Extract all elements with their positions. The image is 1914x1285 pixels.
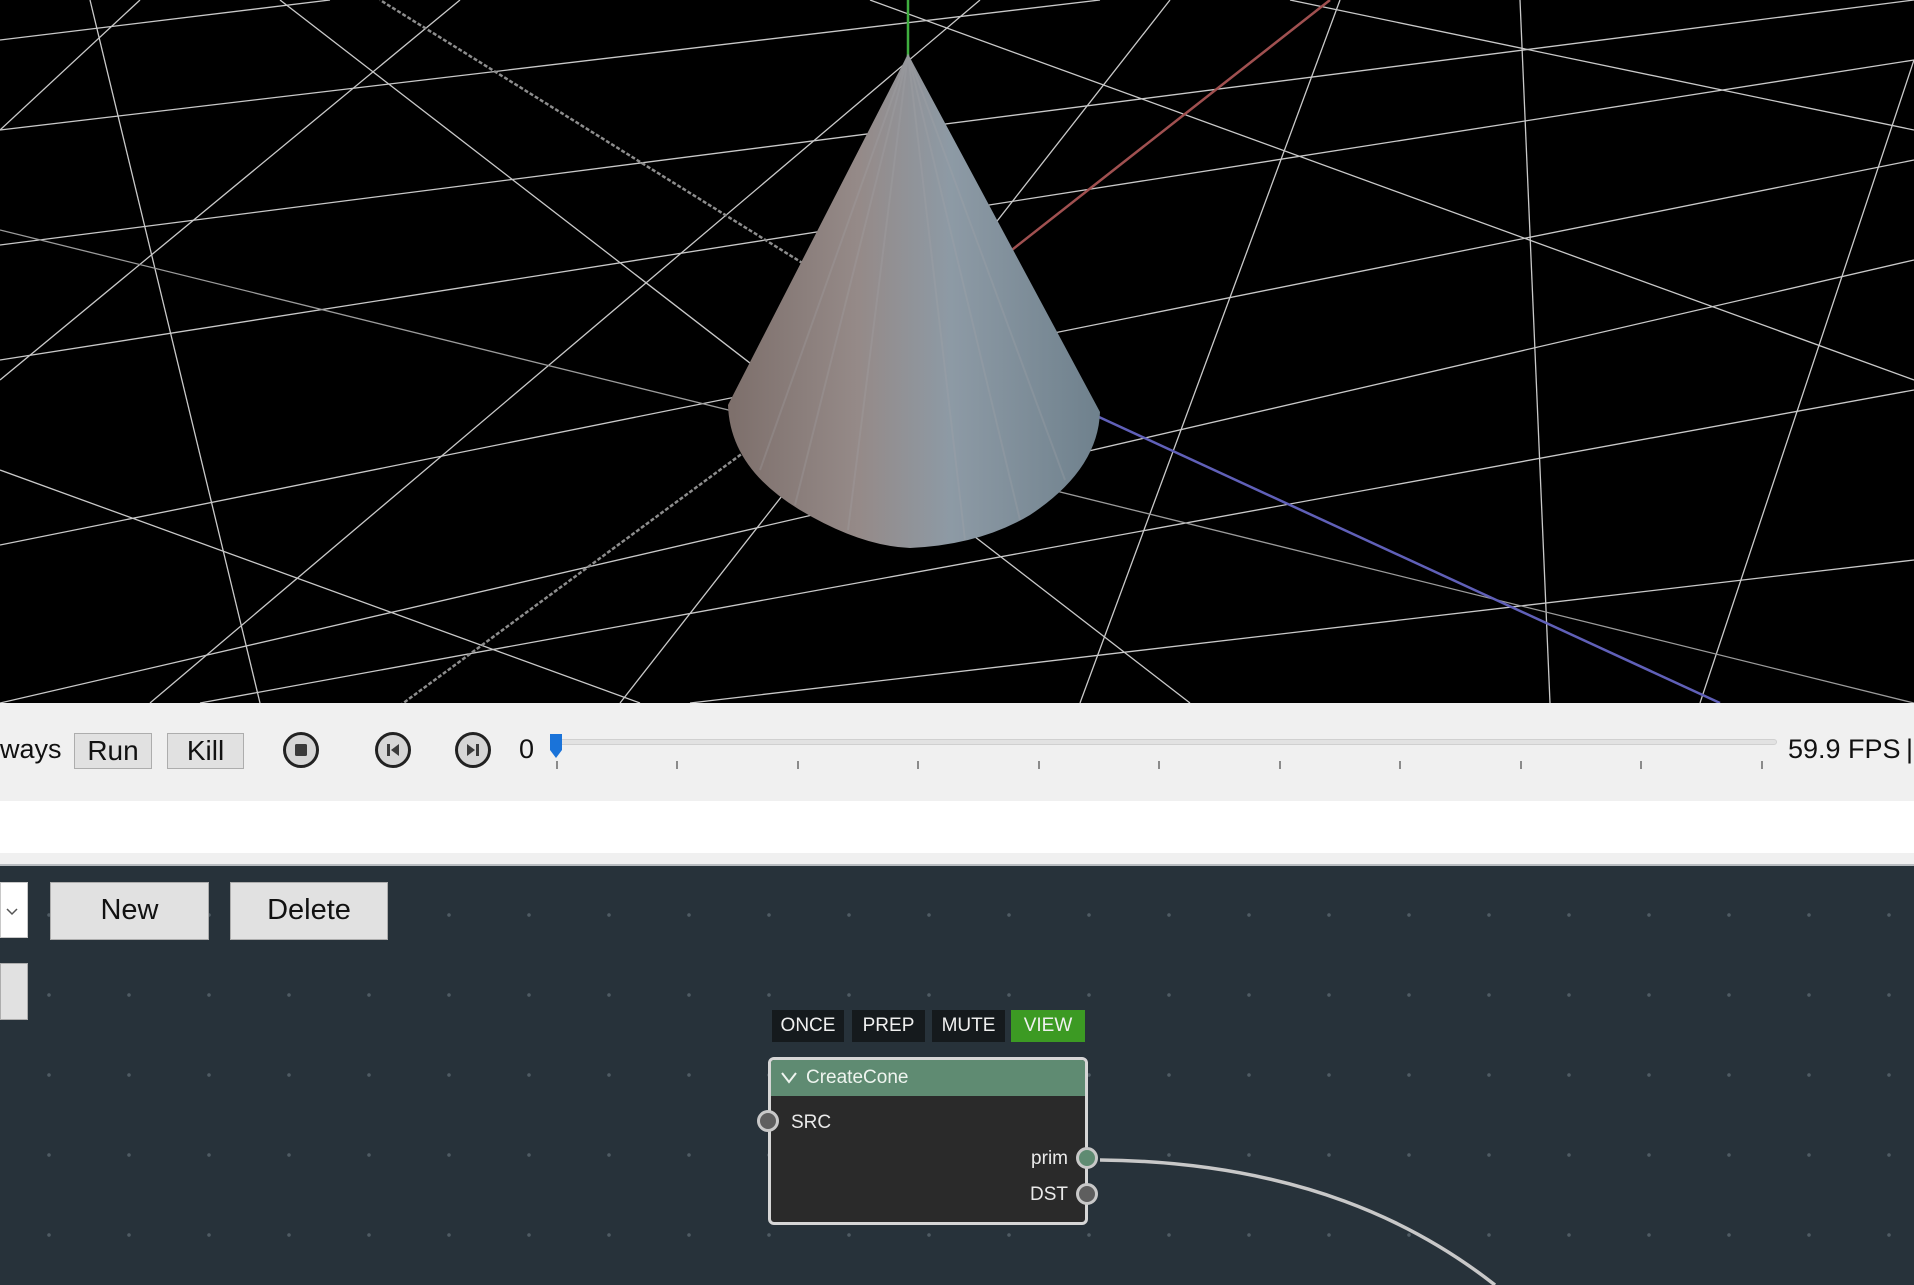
stop-icon	[295, 744, 307, 756]
node-header[interactable]: CreateCone	[771, 1060, 1085, 1096]
input-pin-src[interactable]	[757, 1110, 779, 1132]
3d-viewport[interactable]	[0, 0, 1914, 703]
output-pin-prim[interactable]	[1076, 1147, 1098, 1169]
current-frame: 0	[519, 734, 535, 764]
stop-button[interactable]	[283, 732, 319, 768]
timeline-toolbar: ways Run Kill 0 59.9 FPS |	[0, 703, 1914, 801]
timeline-ticks	[556, 761, 1763, 769]
pin-label-prim: prim	[1031, 1148, 1068, 1169]
step-back-icon	[387, 744, 399, 756]
fps-separator: |	[1906, 734, 1914, 764]
step-forward-button[interactable]	[455, 732, 491, 768]
step-forward-icon	[467, 744, 479, 756]
cone-mesh	[728, 53, 1100, 548]
output-pin-dst[interactable]	[1076, 1183, 1098, 1205]
timeline-slider[interactable]	[555, 739, 1777, 745]
step-back-button[interactable]	[375, 732, 411, 768]
kill-button[interactable]: Kill	[167, 733, 244, 769]
node-graph-editor[interactable]: New Delete ONCE PREP MUTE VIEW CreateCon…	[0, 866, 1914, 1285]
pin-label-dst: DST	[1030, 1184, 1068, 1205]
fps-readout: 59.9 FPS	[1788, 734, 1901, 764]
panel-splitter[interactable]	[0, 853, 1914, 866]
collapse-chevron-icon[interactable]	[780, 1070, 798, 1086]
status-strip	[0, 801, 1914, 853]
timeline-slider-handle[interactable]	[549, 733, 563, 759]
node-title: CreateCone	[806, 1067, 909, 1088]
viewport-scene	[0, 0, 1914, 703]
pin-label-src: SRC	[791, 1112, 832, 1133]
run-mode-label[interactable]: ways	[0, 733, 62, 765]
run-button[interactable]: Run	[74, 733, 152, 769]
node-createcone[interactable]: CreateCone SRC prim DST	[768, 1057, 1088, 1225]
